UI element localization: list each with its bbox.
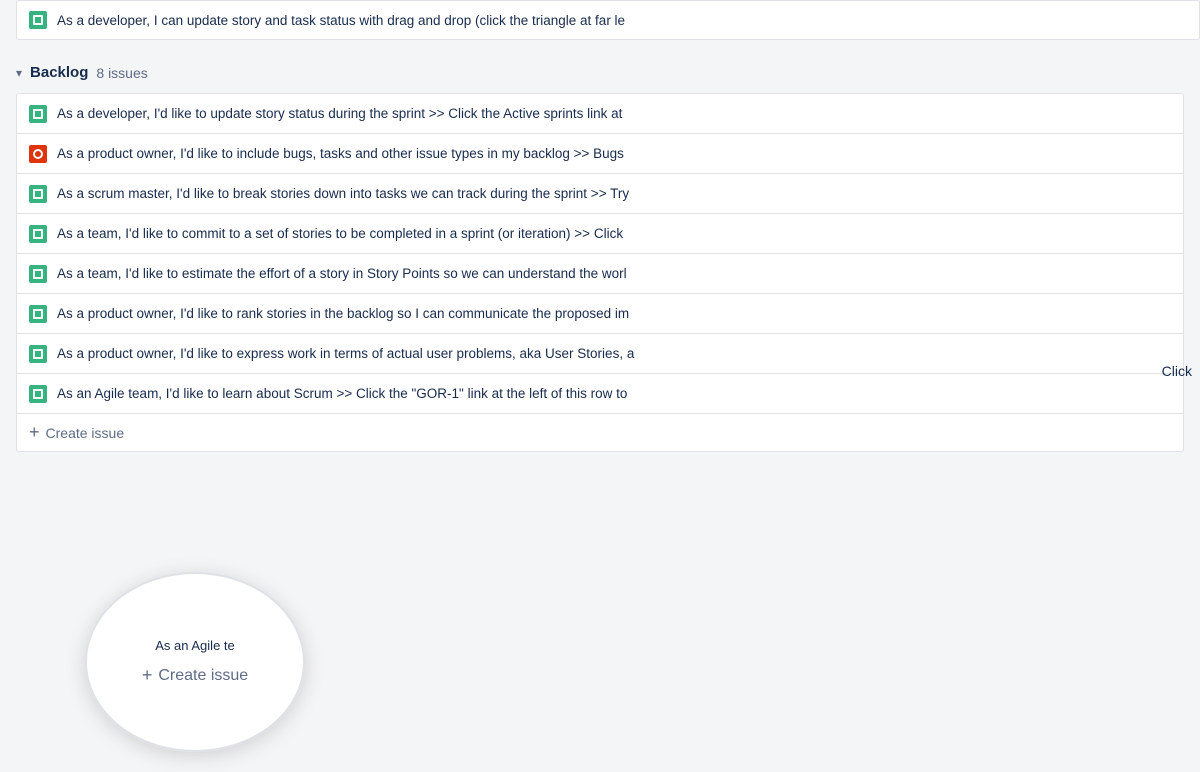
issue-row-3[interactable]: As a scrum master, I'd like to break sto…: [17, 174, 1183, 214]
spotlight-create-issue: + Create issue: [142, 665, 248, 686]
story-icon-4: [29, 225, 47, 243]
issue-text-7: As a product owner, I'd like to express …: [57, 346, 1171, 361]
backlog-issue-count: 8 issues: [96, 65, 147, 81]
create-issue-row[interactable]: + Create issue: [17, 414, 1183, 451]
issue-text-3: As a scrum master, I'd like to break sto…: [57, 186, 1171, 201]
story-icon-inner: [33, 15, 43, 25]
create-issue-label: Create issue: [46, 425, 125, 441]
click-label: Click: [1154, 359, 1200, 383]
story-icon-5: [29, 265, 47, 283]
story-icon-7: [29, 345, 47, 363]
page-container: As a developer, I can update story and t…: [0, 0, 1200, 772]
spotlight-circle: As an Agile te + Create issue: [85, 572, 305, 752]
backlog-header: ▾ Backlog 8 issues: [0, 48, 1200, 93]
issue-text-1: As a developer, I'd like to update story…: [57, 106, 1171, 121]
issue-text-5: As a team, I'd like to estimate the effo…: [57, 266, 1171, 281]
bug-icon-2: [29, 145, 47, 163]
issue-row-2[interactable]: As a product owner, I'd like to include …: [17, 134, 1183, 174]
create-issue-plus-icon: +: [29, 422, 40, 443]
issue-row-5[interactable]: As a team, I'd like to estimate the effo…: [17, 254, 1183, 294]
backlog-title: Backlog: [30, 64, 88, 81]
issue-row-6[interactable]: As a product owner, I'd like to rank sto…: [17, 294, 1183, 334]
issue-text-6: As a product owner, I'd like to rank sto…: [57, 306, 1171, 321]
story-icon-inner-4: [33, 229, 43, 239]
spotlight-plus-icon: +: [142, 665, 153, 686]
issue-row-8[interactable]: As an Agile team, I'd like to learn abou…: [17, 374, 1183, 414]
spotlight-overlay: As an Agile te + Create issue: [0, 532, 380, 772]
top-partial-issue-text: As a developer, I can update story and t…: [57, 13, 1187, 28]
story-icon-1: [29, 105, 47, 123]
issue-row-7[interactable]: As a product owner, I'd like to express …: [17, 334, 1183, 374]
story-icon-inner-8: [33, 389, 43, 399]
issue-row-1[interactable]: As a developer, I'd like to update story…: [17, 94, 1183, 134]
story-icon-inner-3: [33, 189, 43, 199]
issue-row-4[interactable]: As a team, I'd like to commit to a set o…: [17, 214, 1183, 254]
bug-icon-inner-2: [33, 149, 43, 159]
story-icon: [29, 11, 47, 29]
spotlight-create-label: Create issue: [158, 667, 248, 685]
spotlight-hint-text: As an Agile te: [139, 638, 251, 653]
story-icon-inner-5: [33, 269, 43, 279]
issue-text-4: As a team, I'd like to commit to a set o…: [57, 226, 1171, 241]
story-icon-8: [29, 385, 47, 403]
story-icon-inner-1: [33, 109, 43, 119]
backlog-issues-list: As a developer, I'd like to update story…: [16, 93, 1184, 452]
issue-text-8: As an Agile team, I'd like to learn abou…: [57, 386, 1171, 401]
issue-text-2: As a product owner, I'd like to include …: [57, 146, 1171, 161]
story-icon-6: [29, 305, 47, 323]
backlog-chevron-icon[interactable]: ▾: [16, 66, 22, 80]
story-icon-3: [29, 185, 47, 203]
top-partial-issue-row[interactable]: As a developer, I can update story and t…: [16, 0, 1200, 40]
story-icon-inner-6: [33, 309, 43, 319]
story-icon-inner-7: [33, 349, 43, 359]
